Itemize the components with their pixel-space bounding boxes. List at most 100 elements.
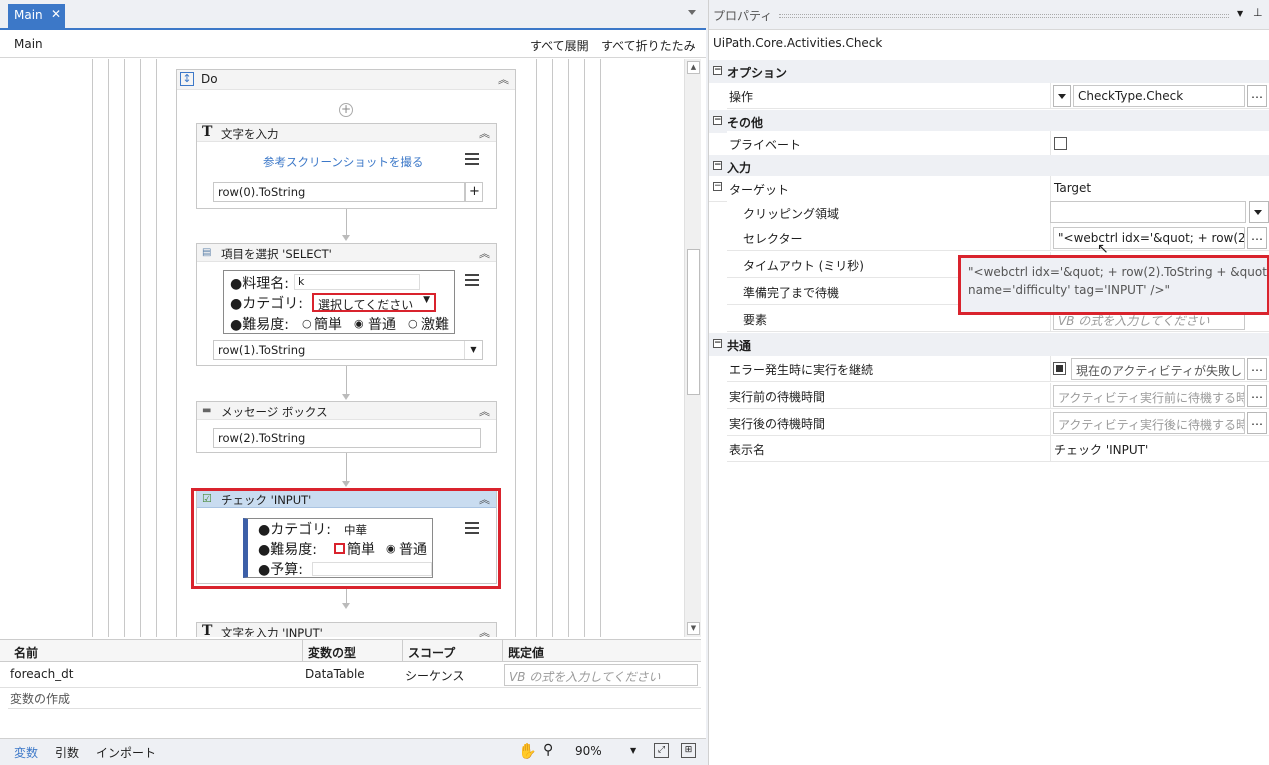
collapse-toggle-icon[interactable]: − [713, 66, 722, 75]
fit-screen-icon[interactable]: ⤢ [654, 743, 669, 758]
selector-field[interactable]: "<webctrl idx='&quot; + row(2 [1053, 227, 1245, 249]
tab-arguments[interactable]: 引数 [55, 744, 79, 761]
document-tabstrip: Main ✕ [0, 0, 706, 30]
prop-label: 実行前の待機時間 [729, 390, 826, 404]
chevron-down-icon[interactable] [688, 10, 696, 15]
ellipsis-button[interactable]: … [1247, 385, 1267, 407]
var-type[interactable]: DataTable [305, 667, 365, 681]
delay-after-input[interactable]: アクティビティ実行後に待機する時 [1053, 412, 1245, 434]
pin-icon[interactable]: ⊥ [1253, 6, 1263, 19]
divider [1050, 131, 1051, 157]
screenshot-link[interactable]: 参考スクリーンショットを撮る [263, 154, 423, 170]
ellipsis-button[interactable]: … [1247, 358, 1267, 380]
collapse-all-link[interactable]: すべて折りたたみ [601, 37, 696, 54]
category-common[interactable]: − 共通 [709, 333, 1269, 356]
difficulty-label: ●難易度: [230, 317, 289, 333]
item-field[interactable]: row(1).ToString ▼ [213, 340, 483, 360]
type-into-activity[interactable]: T 文字を入力 ︽ 参考スクリーンショットを撮る row(0).ToString… [196, 123, 497, 209]
overview-icon[interactable]: ⊞ [681, 743, 696, 758]
expand-all-link[interactable]: すべて展開 [530, 37, 589, 54]
prop-label: クリッピング領域 [743, 207, 840, 221]
collapse-icon[interactable]: ︽ [498, 71, 509, 87]
activity-title: メッセージ ボックス [221, 405, 328, 419]
create-variable-link[interactable]: 変数の作成 [10, 690, 70, 707]
divider [1050, 410, 1051, 436]
col-default[interactable]: 既定値 [508, 644, 544, 661]
pan-hand-icon[interactable]: ✋ [518, 742, 537, 760]
highlight-frame [191, 488, 501, 589]
delay-before-input[interactable]: アクティビティ実行前に待機する時 [1053, 385, 1245, 407]
type-into-activity[interactable]: T 文字を入力 'INPUT' ︽ [196, 622, 497, 637]
close-icon[interactable]: ✕ [51, 7, 61, 21]
text-icon: T [202, 623, 213, 637]
connector-arrow [342, 603, 350, 609]
workflow-canvas[interactable]: ↕ Do ︽ + T 文字を入力 ︽ 参考スクリーンショットを撮る row(0)… [0, 59, 684, 637]
var-scope[interactable]: シーケンス [405, 667, 464, 684]
menu-icon[interactable] [465, 153, 479, 165]
category-input[interactable]: − 入力 [709, 155, 1269, 178]
collapse-icon[interactable]: ︽ [479, 403, 490, 419]
tab-variables[interactable]: 変数 [14, 744, 38, 761]
continue-field[interactable]: 現在のアクティビティが失敗し [1071, 358, 1245, 380]
table-row[interactable]: foreach_dt DataTable シーケンス VB の式を入力してくださ… [0, 662, 701, 688]
tab-imports[interactable]: インポート [96, 744, 156, 761]
scroll-down-icon[interactable]: ▼ [687, 622, 700, 635]
clipping-field[interactable] [1050, 201, 1246, 223]
display-name-value[interactable]: チェック 'INPUT' [1054, 441, 1148, 458]
nest-line [140, 59, 141, 637]
drag-grip[interactable] [779, 14, 1229, 18]
vertical-scrollbar[interactable]: ▲ ▼ [684, 59, 701, 637]
breadcrumb[interactable]: Main [14, 37, 43, 51]
prop-row-continue-on-error: エラー発生時に実行を継続 現在のアクティビティが失敗し … [727, 356, 1269, 382]
ellipsis-button[interactable]: … [1247, 412, 1267, 434]
chevron-down-icon: ▼ [423, 295, 430, 305]
collapse-icon[interactable]: ︽ [479, 624, 490, 637]
menu-icon[interactable] [465, 274, 479, 286]
col-scope[interactable]: スコープ [408, 644, 455, 661]
highlight-frame [958, 255, 1269, 315]
connector [346, 366, 347, 394]
collapse-icon[interactable]: ︽ [479, 245, 490, 261]
continue-checkbox[interactable] [1053, 362, 1066, 375]
col-type[interactable]: 変数の型 [308, 644, 356, 661]
sequence-icon: ↕ [180, 72, 194, 86]
collapse-icon[interactable]: ︽ [479, 125, 490, 141]
dropdown-button[interactable] [1053, 85, 1071, 107]
zoom-icon[interactable]: ⚲ [543, 742, 553, 758]
scroll-thumb[interactable] [687, 249, 700, 395]
collapse-toggle-icon[interactable]: − [713, 161, 722, 170]
plus-button[interactable]: + [465, 182, 483, 202]
connector-arrow [342, 235, 350, 241]
scroll-up-icon[interactable]: ▲ [687, 61, 700, 74]
collapse-toggle-icon[interactable]: − [713, 182, 722, 191]
var-default-input[interactable]: VB の式を入力してください [504, 664, 698, 686]
nest-line [568, 59, 569, 637]
text-field[interactable]: row(2).ToString [213, 428, 481, 448]
prop-row-delay-after: 実行後の待機時間 アクティビティ実行後に待機する時 … [727, 410, 1269, 436]
collapse-toggle-icon[interactable]: − [713, 116, 722, 125]
category-select-value: 選択してください [318, 298, 414, 312]
prop-label: 表示名 [729, 443, 766, 457]
ellipsis-button[interactable]: … [1247, 227, 1267, 249]
message-box-activity[interactable]: ▬ メッセージ ボックス ︽ row(2).ToString [196, 401, 497, 453]
text-field[interactable]: row(0).ToString [213, 182, 465, 202]
col-name[interactable]: 名前 [14, 644, 38, 661]
chevron-down-icon[interactable]: ▼ [464, 341, 482, 359]
tab-main[interactable]: Main ✕ [8, 4, 65, 28]
chevron-down-icon[interactable]: ▼ [630, 746, 636, 755]
action-field[interactable]: CheckType.Check [1073, 85, 1245, 107]
ellipsis-button[interactable]: … [1247, 85, 1267, 107]
dropdown-button[interactable] [1249, 201, 1269, 223]
chevron-down-icon[interactable]: ▼ [1237, 9, 1243, 18]
category-options[interactable]: − オプション [709, 60, 1269, 83]
prop-row-private: プライベート [727, 131, 1269, 157]
var-name[interactable]: foreach_dt [10, 667, 74, 681]
collapse-toggle-icon[interactable]: − [713, 339, 722, 348]
empty-row [8, 708, 701, 738]
select-item-activity[interactable]: ▤ 項目を選択 'SELECT' ︽ ●料理名: k ●カテゴリ: 選択してくだ… [196, 243, 497, 366]
private-checkbox[interactable] [1054, 137, 1067, 150]
zoom-level[interactable]: 90% [575, 744, 602, 758]
category-misc[interactable]: − その他 [709, 110, 1269, 133]
activity-title: 文字を入力 [221, 127, 279, 141]
add-activity-icon[interactable]: + [339, 103, 353, 117]
